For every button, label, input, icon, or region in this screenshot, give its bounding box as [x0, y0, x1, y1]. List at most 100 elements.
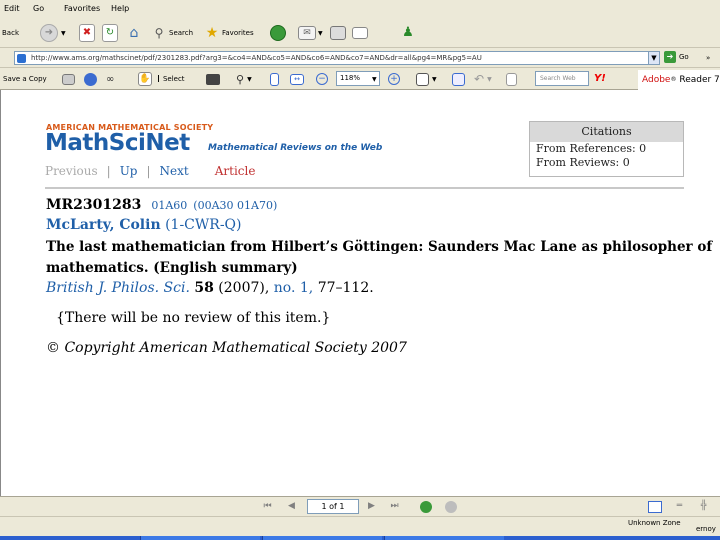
print-button[interactable] — [330, 22, 346, 44]
select-tool-button[interactable]: I Select — [157, 72, 185, 86]
go-back-view-icon[interactable] — [420, 501, 432, 513]
article-title-line2: mathematics. (English summary) — [46, 260, 298, 276]
nav-next[interactable]: Next — [160, 164, 189, 178]
menu-favorites[interactable]: Favorites — [64, 4, 100, 13]
fit-width-button[interactable]: ↔ — [290, 72, 304, 86]
links-chevron-icon[interactable]: » — [706, 54, 710, 62]
zoom-plus-icon: + — [388, 73, 400, 85]
hand-icon: ✋ — [138, 72, 152, 86]
snapshot-button[interactable] — [206, 72, 220, 86]
address-input[interactable]: http://www.ams.org/mathscinet/pdf/230128… — [14, 51, 660, 65]
nav-separator: | — [146, 164, 151, 178]
single-page-icon[interactable] — [648, 501, 662, 513]
favorites-button[interactable]: ★ Favorites — [204, 22, 254, 44]
home-button[interactable]: ⌂ — [125, 22, 143, 44]
taskbar-button[interactable] — [140, 536, 260, 540]
citations-header: Citations — [530, 122, 683, 142]
author-link[interactable]: McLarty, Colin — [46, 217, 161, 233]
fit-page-button[interactable] — [270, 72, 279, 86]
home-icon: ⌂ — [129, 25, 139, 41]
text-cursor-icon: I — [157, 73, 160, 85]
yahoo-label: Y! — [594, 73, 606, 84]
rotate-icon: ↶ — [474, 72, 485, 86]
fit-width-icon: ↔ — [290, 73, 304, 85]
zoom-tool-button[interactable]: ⚲ ▼ — [236, 72, 252, 86]
find-button[interactable]: ∞ — [106, 72, 119, 86]
mr-number: MR2301283 — [46, 197, 142, 213]
reader-label: Reader 7 — [679, 75, 720, 85]
from-reviews: From Reviews: 0 — [536, 156, 630, 169]
select-label: Select — [162, 75, 185, 83]
print-icon — [330, 26, 346, 40]
address-dropdown-icon[interactable]: ▼ — [648, 51, 660, 65]
forward-dropdown-icon[interactable]: ▼ — [61, 30, 66, 37]
standard-toolbar: Back ➜ ▼ ✖ ↻ ⌂ ⚲ Search ★ Favorites ✉ ▼ … — [0, 18, 720, 48]
last-page-icon[interactable]: ⏭ — [389, 501, 400, 512]
rotate-button[interactable]: ↶ ▼ — [474, 72, 492, 86]
page-number-input[interactable]: 1 of 1 — [307, 499, 359, 514]
zoom-in-button[interactable]: + — [388, 72, 400, 86]
page-icon — [17, 54, 26, 63]
zoom-out-button[interactable]: − — [316, 72, 328, 86]
journal-year: (2007), — [218, 280, 270, 296]
page-layout-button[interactable]: ▼ — [416, 72, 437, 86]
zoom-level-value: 118% — [340, 74, 361, 82]
pages-button[interactable] — [506, 72, 517, 86]
registered-mark-icon: ® — [670, 76, 677, 83]
taskbar-button[interactable] — [262, 536, 382, 540]
forward-arrow-icon: ➜ — [40, 24, 58, 42]
reader-toolbar: Save a Copy ∞ ✋ I Select ⚲ ▼ ↔ − 118% ▼ … — [0, 68, 720, 90]
nav-up[interactable]: Up — [120, 164, 138, 178]
journal-issue-link[interactable]: no. 1, — [274, 280, 313, 296]
pages-icon — [506, 72, 517, 86]
go-arrow-icon: ➔ — [664, 51, 676, 63]
previous-page-icon[interactable]: ◀ — [286, 501, 297, 512]
star-icon: ★ — [205, 25, 219, 41]
save-copy-button[interactable]: Save a Copy — [3, 72, 47, 86]
form-button[interactable] — [452, 72, 465, 86]
adobe-label: Adobe — [642, 75, 671, 85]
divider — [45, 187, 684, 189]
nav-article[interactable]: Article — [215, 164, 256, 178]
search-label: Search — [169, 29, 194, 37]
journal-link[interactable]: British J. Philos. Sci. — [46, 280, 190, 296]
continuous-page-icon[interactable]: ═ — [674, 501, 685, 512]
go-forward-view-icon[interactable] — [445, 501, 457, 513]
mail-button[interactable]: ✉ ▼ — [298, 22, 323, 44]
page-layout-icon — [416, 72, 429, 86]
zoom-dropdown-icon[interactable]: ▼ — [247, 76, 252, 83]
search-button[interactable]: ⚲ Search — [151, 22, 193, 44]
journal-pages: 77–112. — [317, 280, 374, 296]
email-pdf-button[interactable] — [84, 72, 97, 86]
back-button[interactable]: Back — [2, 22, 19, 44]
menu-help[interactable]: Help — [111, 4, 129, 13]
first-page-icon[interactable]: ⏮ — [262, 501, 273, 512]
rotate-dropdown-icon[interactable]: ▼ — [487, 76, 492, 83]
next-page-icon[interactable]: ▶ — [366, 501, 377, 512]
article-title-line1: The last mathematician from Hilbert’s Gö… — [46, 239, 713, 255]
history-icon — [270, 25, 286, 41]
taskbar-button[interactable] — [384, 536, 504, 540]
menu-edit[interactable]: Edit — [4, 4, 20, 13]
zoom-level-dropdown-icon[interactable]: ▼ — [372, 72, 377, 86]
messenger-button[interactable]: ♟ — [400, 22, 416, 44]
institution-link[interactable]: (1-CWR-Q) — [165, 217, 241, 233]
secondary-classification-link[interactable]: (00A30 01A70) — [193, 199, 277, 212]
web-search-input[interactable]: Search Web — [535, 71, 589, 86]
refresh-button[interactable]: ↻ — [102, 22, 118, 44]
print-pdf-button[interactable] — [62, 72, 75, 86]
stop-button[interactable]: ✖ — [79, 22, 95, 44]
mathscinet-logo[interactable]: MathSciNet — [45, 130, 190, 156]
forward-button[interactable]: ➜ ▼ — [40, 22, 66, 44]
yahoo-logo-icon[interactable]: Y! — [594, 73, 606, 84]
mail-dropdown-icon[interactable]: ▼ — [318, 30, 323, 37]
history-button[interactable] — [270, 22, 286, 44]
edit-button[interactable] — [352, 22, 368, 44]
facing-page-icon[interactable]: ╬ — [698, 501, 709, 512]
hand-tool-button[interactable]: ✋ — [138, 72, 152, 86]
page-layout-dropdown-icon[interactable]: ▼ — [432, 76, 437, 83]
go-button[interactable]: ➔ Go — [664, 51, 689, 63]
mr-number-row: MR2301283 01A60 (00A30 01A70) — [46, 197, 277, 213]
menu-go[interactable]: Go — [33, 4, 44, 13]
primary-classification-link[interactable]: 01A60 — [151, 199, 187, 212]
